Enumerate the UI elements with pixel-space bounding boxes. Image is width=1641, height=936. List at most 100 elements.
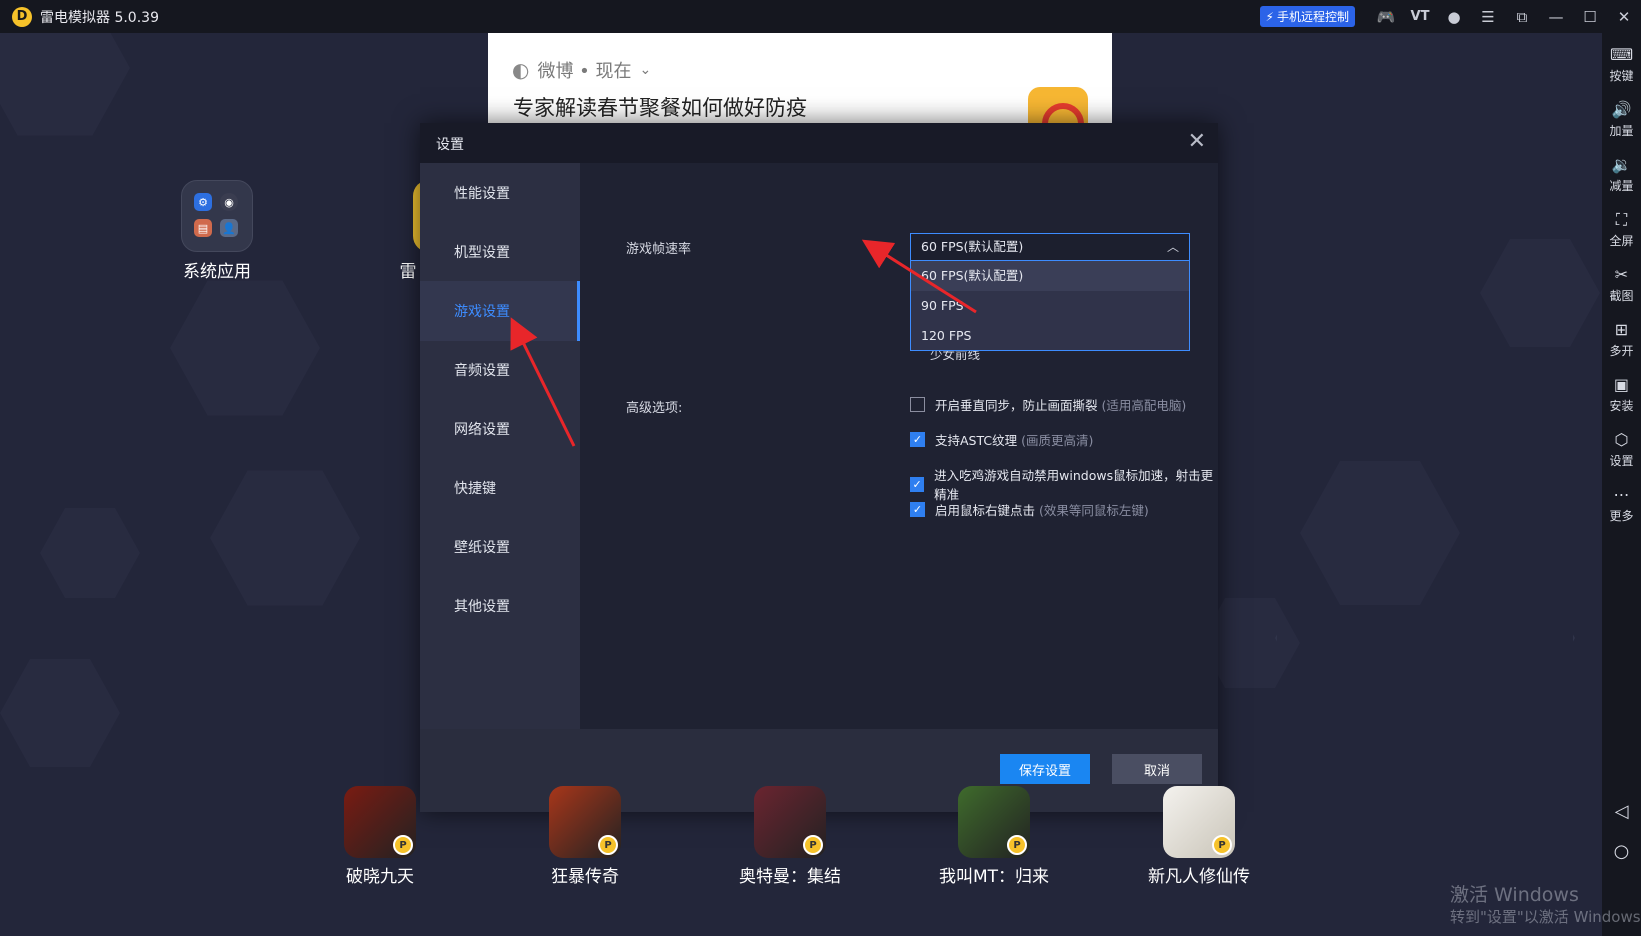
option-mouse-accel[interactable]: ✓ 进入吃鸡游戏自动禁用windows鼠标加速，射击更精准 bbox=[910, 465, 1218, 503]
remote-control-button[interactable]: ⚡ 手机远程控制 bbox=[1259, 6, 1355, 27]
system-apps-folder[interactable]: ⚙ ◉ ▤ 👤 bbox=[181, 180, 253, 252]
maximize-icon[interactable]: ☐ bbox=[1573, 0, 1607, 33]
settings-nav-item[interactable]: 机型设置 bbox=[420, 222, 580, 282]
toolbar-label: 安装 bbox=[1609, 399, 1634, 413]
dialog-title: 设置 bbox=[436, 137, 464, 153]
contacts-app-icon: 👤 bbox=[220, 219, 238, 237]
toolbar-item-keyboard[interactable]: ⌨ 按键 bbox=[1609, 45, 1633, 88]
dialog-close-icon[interactable]: ✕ bbox=[1188, 129, 1206, 154]
vt-icon[interactable]: VT bbox=[1403, 0, 1437, 33]
user-icon[interactable]: ● bbox=[1437, 0, 1471, 33]
app-label: 新凡人修仙传 bbox=[1148, 867, 1250, 887]
lightning-icon: ⚡ bbox=[1265, 9, 1274, 24]
more-icon: ⋯ bbox=[1613, 485, 1630, 504]
weibo-icon: ◐ bbox=[512, 58, 530, 82]
toolbar-item-scissors[interactable]: ✂ 截图 bbox=[1609, 265, 1633, 308]
fps-label: 游戏帧速率 bbox=[626, 242, 692, 257]
settings-nav-item[interactable]: 壁纸设置 bbox=[420, 517, 580, 577]
app-icon[interactable]: P bbox=[1163, 786, 1235, 858]
option-right-click[interactable]: ✓ 启用鼠标右键点击 (效果等同鼠标左键) bbox=[910, 500, 1149, 519]
advanced-label: 高级选项: bbox=[626, 401, 683, 416]
ldplayer-badge-icon: P bbox=[803, 835, 823, 855]
files-app-icon: ▤ bbox=[194, 219, 212, 237]
multi-instance-icon: ⊞ bbox=[1614, 320, 1629, 339]
toolbar-item-apk[interactable]: ▣ 安装 bbox=[1609, 375, 1633, 418]
app-icon[interactable]: P bbox=[754, 786, 826, 858]
restore-icon[interactable]: ⧉ bbox=[1505, 0, 1539, 33]
fps-select[interactable]: 60 FPS(默认配置) ︿ bbox=[910, 233, 1190, 261]
apk-icon: ▣ bbox=[1613, 375, 1630, 394]
settings-nav-item[interactable]: 性能设置 bbox=[420, 163, 580, 223]
astc-text: 支持ASTC纹理 bbox=[935, 433, 1018, 448]
notification-source: ◐ 微博 • 现在 ⌄ bbox=[512, 57, 651, 83]
toolbar-item-more[interactable]: ⋯ 更多 bbox=[1609, 485, 1633, 528]
ldplayer-badge-icon: P bbox=[1007, 835, 1027, 855]
vsync-checkbox[interactable] bbox=[910, 397, 925, 412]
back-icon[interactable]: ◁ bbox=[1602, 801, 1641, 822]
ldplayer-badge-icon: P bbox=[598, 835, 618, 855]
toolbar-item-volume-up[interactable]: 🔊 加量 bbox=[1609, 100, 1633, 143]
toolbar-label: 按键 bbox=[1609, 69, 1634, 83]
toolbar-item-multi-instance[interactable]: ⊞ 多开 bbox=[1609, 320, 1633, 363]
fps-option-90[interactable]: 90 FPS bbox=[911, 291, 1189, 321]
astc-checkbox[interactable]: ✓ bbox=[910, 432, 925, 447]
app-label: 狂暴传奇 bbox=[551, 867, 619, 887]
system-apps-label: 系统应用 bbox=[183, 262, 251, 282]
toolbar-label: 设置 bbox=[1609, 454, 1634, 468]
option-vsync[interactable]: 开启垂直同步，防止画面撕裂 (适用高配电脑) bbox=[910, 395, 1186, 414]
minimize-icon[interactable]: — bbox=[1539, 0, 1573, 33]
settings-nav-item[interactable]: 其他设置 bbox=[420, 576, 580, 636]
fullscreen-icon: ⛶ bbox=[1615, 210, 1628, 229]
settings-nav-item[interactable]: 快捷键 bbox=[420, 458, 580, 518]
cancel-button[interactable]: 取消 bbox=[1112, 754, 1202, 784]
notification-source-text: 微博 • 现在 bbox=[537, 61, 632, 82]
toolbar-item-fullscreen[interactable]: ⛶ 全屏 bbox=[1609, 210, 1633, 253]
right-click-hint: (效果等同鼠标左键) bbox=[1039, 503, 1149, 518]
right-click-checkbox[interactable]: ✓ bbox=[910, 502, 925, 517]
home-icon[interactable]: ○ bbox=[1602, 841, 1641, 862]
partial-app-label: 雷 bbox=[399, 262, 417, 282]
fps-dropdown: 60 FPS(默认配置) 90 FPS 120 FPS bbox=[910, 261, 1190, 351]
app-icon[interactable]: P bbox=[344, 786, 416, 858]
toolbar-item-volume-down[interactable]: 🔉 减量 bbox=[1609, 155, 1633, 198]
weibo-notification[interactable]: ◐ 微博 • 现在 ⌄ 专家解读春节聚餐如何做好防疫 bbox=[488, 33, 1112, 123]
astc-hint: (画质更高清) bbox=[1021, 433, 1094, 448]
settings-app-icon: ⚙ bbox=[194, 193, 212, 211]
toolbar-label: 更多 bbox=[1609, 509, 1634, 523]
toolbar-label: 加量 bbox=[1609, 124, 1634, 138]
fps-option-120[interactable]: 120 FPS bbox=[911, 321, 1189, 351]
app-icon[interactable]: P bbox=[958, 786, 1030, 858]
gamepad-icon[interactable]: 🎮 bbox=[1369, 0, 1403, 33]
right-toolbar: ⌨ 按键 🔊 加量 🔉 减量 ⛶ 全屏 ✂ 截图 ⊞ 多开 ▣ 安装 ⬡ 设置 ⋯ 更多 ◁ ○ bbox=[1602, 33, 1641, 936]
fps-option-60[interactable]: 60 FPS(默认配置) bbox=[911, 261, 1189, 291]
volume-up-icon: 🔊 bbox=[1611, 100, 1632, 119]
app-icon[interactable]: P bbox=[549, 786, 621, 858]
option-astc[interactable]: ✓ 支持ASTC纹理 (画质更高清) bbox=[910, 430, 1093, 449]
right-click-text: 启用鼠标右键点击 bbox=[935, 503, 1036, 518]
toolbar-label: 多开 bbox=[1609, 344, 1634, 358]
gear-icon: ⬡ bbox=[1614, 430, 1629, 449]
app-title: 雷电模拟器 5.0.39 bbox=[40, 9, 159, 26]
mouse-accel-checkbox[interactable]: ✓ bbox=[910, 476, 925, 492]
menu-icon[interactable]: ☰ bbox=[1471, 0, 1505, 33]
close-icon[interactable]: ✕ bbox=[1607, 0, 1641, 33]
remote-control-label: 手机远程控制 bbox=[1276, 10, 1349, 24]
activation-watermark-line2: 转到"设置"以激活 Windows bbox=[1450, 908, 1641, 926]
chevron-up-icon: ︿ bbox=[1166, 240, 1179, 254]
save-settings-button[interactable]: 保存设置 bbox=[1000, 754, 1090, 784]
chrome-app-icon: ◉ bbox=[220, 193, 238, 211]
settings-nav-item[interactable]: 网络设置 bbox=[420, 399, 580, 459]
toolbar-label: 全屏 bbox=[1609, 234, 1634, 248]
vsync-hint: (适用高配电脑) bbox=[1101, 398, 1187, 413]
fps-selected-value: 60 FPS(默认配置) bbox=[921, 239, 1024, 254]
app-label: 我叫MT：归来 bbox=[938, 867, 1050, 887]
settings-nav-item[interactable]: 音频设置 bbox=[420, 340, 580, 400]
toolbar-item-gear[interactable]: ⬡ 设置 bbox=[1609, 430, 1633, 473]
ldplayer-badge-icon: P bbox=[1212, 835, 1232, 855]
activation-watermark-line1: 激活 Windows bbox=[1450, 884, 1579, 906]
toolbar-label: 截图 bbox=[1609, 289, 1634, 303]
settings-nav-item[interactable]: 游戏设置 bbox=[420, 281, 580, 341]
dialog-header: 设置 ✕ bbox=[420, 123, 1218, 163]
keyboard-icon: ⌨ bbox=[1609, 45, 1634, 64]
vsync-text: 开启垂直同步，防止画面撕裂 bbox=[935, 398, 1098, 413]
